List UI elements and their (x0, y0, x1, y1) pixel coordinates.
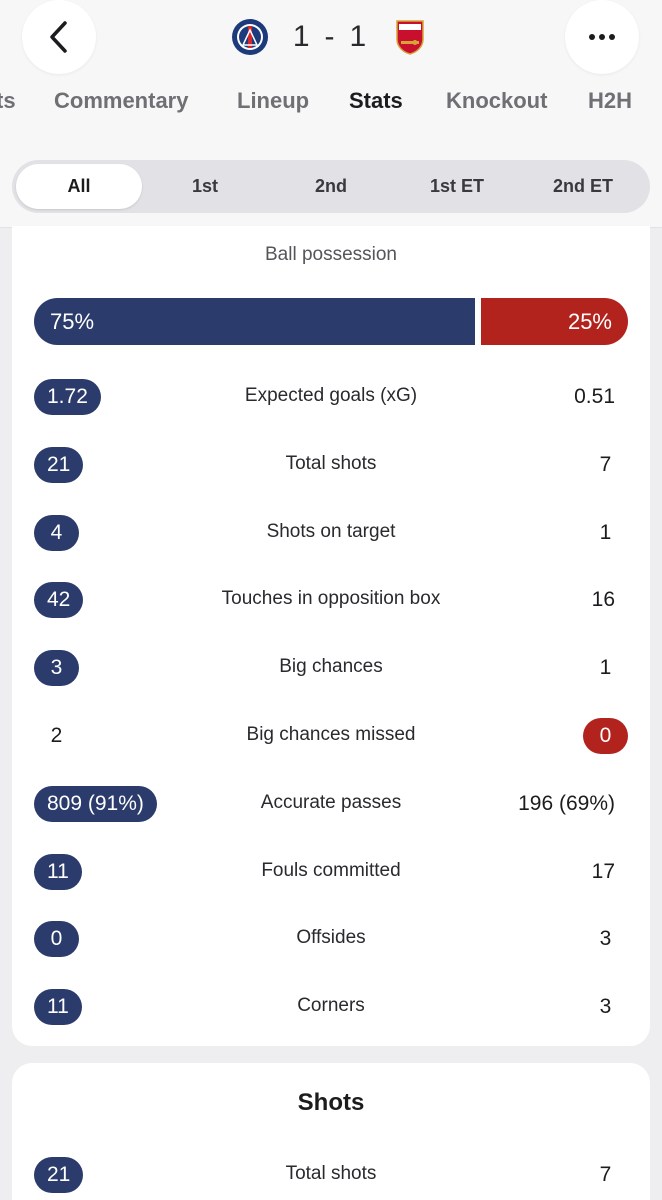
stat-away-value: 0 (583, 718, 628, 754)
stat-row: Big chances missed 2 0 (12, 716, 650, 756)
stat-row: Accurate passes 809 (91%) 196 (69%) (12, 784, 650, 824)
period-selector: All 1st 2nd 1st ET 2nd ET (12, 160, 650, 213)
possession-home: 75% (34, 298, 475, 345)
more-horizontal-icon (589, 34, 615, 40)
stat-label: Shots on target (266, 520, 396, 542)
score: 1 - 1 (293, 20, 367, 54)
stat-away-value: 7 (599, 452, 612, 476)
psg-crest-icon[interactable] (230, 17, 270, 57)
tab-commentary[interactable]: Commentary (54, 88, 188, 114)
tab-stats[interactable]: Stats (349, 88, 403, 114)
stat-row: Touches in opposition box 42 16 (12, 580, 650, 620)
stat-away-value: 196 (69%) (518, 791, 615, 815)
shots-card: Shots Total shots 21 7 (12, 1063, 650, 1200)
stat-home-value: 2 (50, 724, 63, 747)
score-separator: - (324, 20, 336, 53)
shots-section-title: Shots (297, 1089, 365, 1116)
stat-row: Shots on target 4 1 (12, 513, 650, 553)
stat-label: Big chances (279, 656, 383, 678)
stat-label: Fouls committed (261, 859, 401, 881)
stat-label: Total shots (285, 1163, 377, 1184)
score-home: 1 (292, 20, 311, 53)
stat-away-value: 0.51 (574, 385, 615, 408)
stat-away-value: 1 (599, 520, 612, 544)
score-away: 1 (349, 20, 368, 53)
chevron-left-icon (50, 21, 67, 53)
stat-home-value: 42 (34, 582, 84, 619)
stat-row: Corners 11 3 (12, 987, 650, 1027)
tab-knockout[interactable]: Knockout (446, 88, 547, 114)
stat-row: Total shots 21 7 (12, 1155, 650, 1195)
possession-title: Ball possession (264, 244, 398, 265)
stat-home-value: 21 (34, 1157, 84, 1193)
possession-away: 25% (481, 298, 628, 345)
stat-row: Expected goals (xG) 1.72 0.51 (12, 377, 650, 417)
stat-label: Touches in opposition box (221, 588, 441, 610)
stat-away-value: 7 (599, 1163, 612, 1186)
stat-home-value: 21 (34, 446, 84, 483)
stat-home-value: 11 (34, 853, 82, 890)
period-2nd[interactable]: 2nd (268, 164, 394, 209)
match-header: 1 - 1 ts Commentary Lineup Stats Knockou… (0, 0, 662, 228)
stats-card: Ball possession 75% 25% Expected goals (… (12, 226, 650, 1046)
stat-away-value: 1 (599, 656, 612, 680)
stat-label: Big chances missed (246, 724, 416, 745)
stat-away-value: 17 (591, 859, 615, 883)
match-tabs: ts Commentary Lineup Stats Knockout H2H (0, 88, 662, 128)
back-button[interactable] (22, 0, 96, 74)
stat-label: Expected goals (xG) (244, 385, 418, 406)
scoreline: 1 - 1 (230, 14, 430, 60)
stat-home-value: 3 (34, 650, 79, 687)
period-all[interactable]: All (16, 164, 142, 209)
tab-lineup[interactable]: Lineup (237, 88, 309, 114)
stat-away-value: 3 (599, 995, 612, 1019)
stat-row: Big chances 3 1 (12, 648, 650, 688)
stat-label: Offsides (296, 927, 366, 949)
tab-h2h[interactable]: H2H (588, 88, 632, 114)
period-1st-et[interactable]: 1st ET (394, 164, 520, 209)
more-options-button[interactable] (565, 0, 639, 74)
stat-home-value: 809 (91%) (34, 785, 157, 822)
period-1st[interactable]: 1st (142, 164, 268, 209)
arsenal-crest-icon[interactable] (390, 17, 430, 57)
possession-bar: 75% 25% (34, 298, 628, 345)
stat-home-value: 0 (34, 921, 79, 958)
period-2nd-et[interactable]: 2nd ET (520, 164, 646, 209)
stat-row: Total shots 21 7 (12, 445, 650, 485)
stat-label: Corners (297, 995, 365, 1017)
stat-home-value: 1.72 (34, 379, 101, 415)
stat-label: Total shots (285, 452, 377, 474)
stat-home-value: 4 (34, 514, 79, 551)
stat-row: Fouls committed 11 17 (12, 852, 650, 892)
stat-away-value: 16 (591, 588, 615, 612)
stat-home-value: 11 (34, 989, 82, 1026)
stat-row: Offsides 0 3 (12, 919, 650, 959)
stat-away-value: 3 (599, 927, 612, 951)
tab-partial[interactable]: ts (0, 88, 16, 114)
